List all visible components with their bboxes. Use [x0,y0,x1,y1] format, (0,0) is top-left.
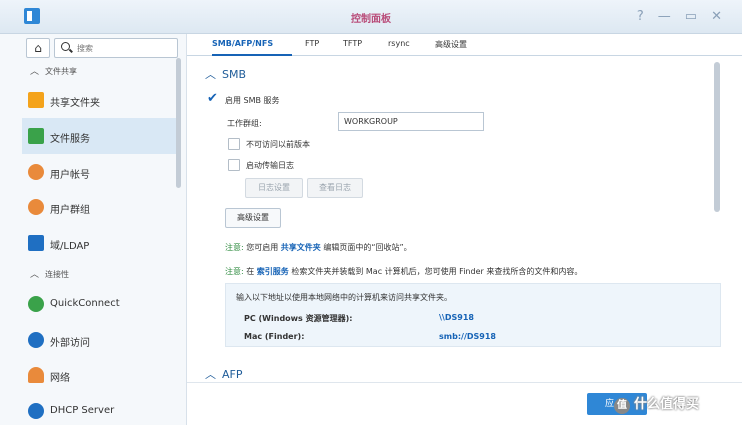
dhcp-server-icon [28,403,44,419]
tab-bar: SMB/AFP/NFS FTP TFTP rsync 高级设置 [187,34,742,56]
transfer-log-checkbox[interactable] [228,159,240,171]
help-icon[interactable]: ? [637,9,644,24]
quickconnect-icon [28,296,44,312]
sidebar-item-label: 用户帐号 [50,170,90,181]
sidebar-item-label: 用户群组 [50,205,90,216]
footer-divider [187,382,742,383]
tab-smb-afp-nfs[interactable]: SMB/AFP/NFS [212,39,273,48]
sidebar-item-label: 文件服务 [50,134,90,145]
user-group-icon [28,199,44,215]
shared-folder-icon [28,92,44,108]
note-recycle-bin: 注意: 您可启用 共享文件夹 编辑页面中的“回收站”。 [225,243,412,252]
advanced-settings-button[interactable]: 高级设置 [225,208,281,228]
note-indexing-service: 注意: 在 索引服务 检索文件夹并装载到 Mac 计算机后，您可使用 Finde… [225,267,583,276]
watermark: 值什么值得买 [614,393,699,414]
afp-section-header[interactable]: ︿ AFP [205,366,243,382]
chevron-up-icon: ︿ [30,67,40,77]
prev-versions-label: 不可访问以前版本 [246,140,310,149]
sidebar-item-label: QuickConnect [50,298,120,309]
sidebar-item-network[interactable]: 网络 [22,357,176,393]
sidebar-item-quickconnect[interactable]: QuickConnect [22,286,176,322]
enable-smb-label: 启用 SMB 服务 [225,96,280,105]
tab-ftp[interactable]: FTP [305,39,319,48]
mac-address-label: Mac (Finder): [244,332,305,341]
home-button[interactable]: ⌂ [26,38,50,58]
sidebar-item-file-services[interactable]: 文件服务 [22,118,176,154]
maximize-icon[interactable]: ▭ [685,9,697,24]
sidebar-item-label: 域/LDAP [50,241,90,252]
indexing-service-link[interactable]: 索引服务 [257,267,289,276]
search-field[interactable] [54,38,178,58]
access-address-info-box: 输入以下地址以使用本地网络中的计算机来访问共享文件夹。 PC (Windows … [225,283,721,347]
pc-address-label: PC (Windows 资源管理器): [244,314,353,323]
section-header-file-sharing[interactable]: ︿ 文件共享 [30,64,77,77]
external-access-icon [28,332,44,348]
section-header-connectivity[interactable]: ︿ 连接性 [30,267,69,280]
chevron-up-icon: ︿ [205,368,216,381]
domain-ldap-icon [28,235,44,251]
window-title: 控制面板 [351,14,391,25]
tab-tftp[interactable]: TFTP [343,39,362,48]
sidebar-item-dhcp-server[interactable]: DHCP Server [22,393,176,425]
prev-versions-checkbox[interactable] [228,138,240,150]
mac-address-value: smb://DS918 [439,332,496,341]
window-controls: ? — ▭ ✕ [637,9,722,24]
sidebar-scrollbar[interactable] [176,58,181,188]
workgroup-label: 工作群组: [227,119,262,128]
sidebar-item-domain-ldap[interactable]: 域/LDAP [22,225,176,261]
sidebar-item-user-group[interactable]: 用户群组 [22,189,176,225]
log-settings-button[interactable]: 日志设置 [245,178,303,198]
chevron-up-icon: ︿ [30,270,40,280]
minimize-icon[interactable]: — [658,9,671,24]
view-log-button[interactable]: 查看日志 [307,178,363,198]
chevron-up-icon: ︿ [205,68,216,81]
sidebar-item-label: 外部访问 [50,338,90,349]
sidebar-item-user-account[interactable]: 用户帐号 [22,154,176,190]
user-icon [28,164,44,180]
pc-address-value: \\DS918 [439,313,474,322]
file-services-icon [28,128,44,144]
close-icon[interactable]: ✕ [711,9,722,24]
enable-smb-checkbox[interactable] [207,91,219,106]
home-icon: ⌂ [34,41,42,55]
main-content: ︿SMB 启用 SMB 服务 工作群组: WORKGROUP 不可访问以前版本 … [187,56,742,425]
tab-rsync[interactable]: rsync [388,39,410,48]
workgroup-input[interactable]: WORKGROUP [338,112,484,131]
sidebar: ⌂ ︿文件共享 共享文件夹 文件服务 用户帐号 用户群组 域/LDAP ︿连接性… [0,34,187,425]
content-scrollbar[interactable] [714,62,720,212]
tab-advanced-settings[interactable]: 高级设置 [435,39,467,50]
search-input[interactable] [55,39,177,57]
shared-folder-link[interactable]: 共享文件夹 [281,243,321,252]
smb-section-header[interactable]: ︿ SMB [205,66,246,82]
sidebar-item-external-access[interactable]: 外部访问 [22,322,176,358]
search-icon [61,42,70,51]
sidebar-item-label: DHCP Server [50,405,115,416]
transfer-log-label: 启动传输日志 [246,161,294,170]
sidebar-item-label: 共享文件夹 [50,98,100,109]
network-icon [28,367,44,383]
sidebar-item-label: 网络 [50,373,70,384]
access-intro-text: 输入以下地址以使用本地网络中的计算机来访问共享文件夹。 [236,293,452,302]
sidebar-item-shared-folder[interactable]: 共享文件夹 [22,82,176,118]
title-bar: 控制面板 ? — ▭ ✕ [0,0,742,34]
